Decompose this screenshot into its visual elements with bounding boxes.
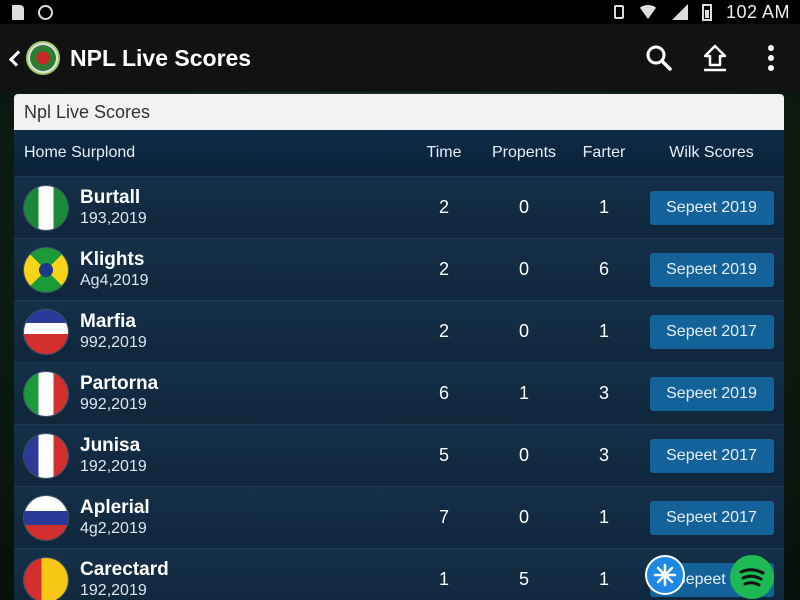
status-time: 102 AM: [725, 1, 790, 22]
cell-time: 5: [438, 445, 449, 465]
table-row[interactable]: Partorna 992,2019 6 1 3 Sepeet 2019: [14, 362, 784, 424]
team-date: 992,2019: [80, 395, 147, 413]
team-cell: Carectard 192,2019: [14, 557, 409, 600]
cell-time: 2: [438, 321, 449, 341]
team-cell: Marfia 992,2019: [14, 309, 409, 354]
cell-farter: 1: [598, 321, 609, 341]
sim-icon: [12, 4, 24, 20]
more-icon[interactable]: [756, 43, 786, 73]
col-home: Home Surplond: [24, 144, 136, 161]
table-row[interactable]: Klights Ag4,2019 2 0 6 Sepeet 2019: [14, 238, 784, 300]
scores-button[interactable]: Sepeet 2019: [649, 190, 774, 225]
table-header: Home Surplond Time Propents Farter Wilk …: [14, 130, 784, 176]
search-icon[interactable]: [644, 43, 674, 73]
col-farter: Farter: [582, 144, 626, 161]
cell-time: 1: [438, 569, 449, 589]
scores-button[interactable]: Sepeet 2017: [649, 438, 774, 473]
cell-time: 2: [438, 259, 449, 279]
signal-icon: [671, 4, 688, 20]
team-date: 193,2019: [80, 209, 147, 227]
scores-card: Npl Live Scores Home Surplond Time Prope…: [14, 94, 784, 600]
cell-propents: 0: [518, 259, 529, 279]
cell-time: 2: [438, 197, 449, 217]
share-icon[interactable]: [700, 43, 730, 73]
cell-propents: 1: [518, 383, 529, 403]
flag-france-icon: [24, 433, 68, 478]
team-cell: Aplerial 4g2,2019: [14, 495, 409, 540]
status-bar: 102 AM: [0, 0, 800, 24]
app-bar: NPL Live Scores: [0, 24, 800, 92]
flag-brazil-icon: [24, 247, 68, 292]
cell-time: 6: [438, 383, 449, 403]
team-date: Ag4,2019: [80, 271, 149, 289]
cell-farter: 1: [598, 507, 609, 527]
team-name: Carectard: [80, 558, 169, 580]
team-date: 4g2,2019: [80, 519, 147, 537]
logo-icon: [26, 41, 60, 75]
flag-tricolor-icon: [24, 309, 68, 354]
cell-propents: 0: [518, 445, 529, 465]
team-name: Klights: [80, 248, 145, 270]
card-header: Npl Live Scores: [14, 94, 784, 130]
flag-slovenia-icon: [24, 495, 68, 540]
team-cell: Klights Ag4,2019: [14, 247, 409, 292]
app-title: NPL Live Scores: [70, 44, 252, 71]
back-icon[interactable]: [6, 43, 22, 73]
team-date: 192,2019: [80, 581, 147, 599]
badge-icon[interactable]: [645, 555, 685, 595]
cell-time: 7: [438, 507, 449, 527]
vibrate-icon: [613, 5, 624, 19]
team-cell: Junisa 192,2019: [14, 433, 409, 478]
status-right-icons: 102 AM: [613, 1, 790, 23]
cell-propents: 0: [518, 197, 529, 217]
table-row[interactable]: Aplerial 4g2,2019 7 0 1 Sepeet 2017: [14, 486, 784, 548]
team-name: Junisa: [80, 434, 141, 456]
col-propents: Propents: [491, 144, 557, 161]
scores-button[interactable]: Sepeet 2019: [649, 376, 774, 411]
cell-propents: 0: [518, 321, 529, 341]
table-row[interactable]: Junisa 192,2019 5 0 3 Sepeet 2017: [14, 424, 784, 486]
team-name: Partorna: [80, 372, 159, 394]
team-date: 992,2019: [80, 333, 147, 351]
status-left-icons: [12, 4, 53, 20]
circle-icon: [38, 4, 53, 20]
scores-button[interactable]: Sepeet 2019: [649, 252, 774, 287]
cell-farter: 3: [598, 445, 609, 465]
table-row[interactable]: Burtall 193,2019 2 0 1 Sepeet 2019: [14, 176, 784, 238]
cell-farter: 1: [598, 569, 609, 589]
flag-red-yellow-icon: [24, 557, 68, 600]
team-date: 192,2019: [80, 457, 147, 475]
cell-farter: 3: [598, 383, 609, 403]
cell-farter: 6: [598, 259, 609, 279]
battery-icon: [701, 3, 712, 21]
cell-propents: 5: [518, 569, 529, 589]
col-scores: Wilk Scores: [669, 144, 754, 161]
wifi-icon: [637, 5, 658, 19]
team-cell: Burtall 193,2019: [14, 185, 409, 230]
table-body: Burtall 193,2019 2 0 1 Sepeet 2019 Kligh…: [14, 176, 784, 600]
scores-button[interactable]: Sepeet 2017: [649, 500, 774, 535]
team-name: Aplerial: [80, 496, 150, 518]
flag-nigeria-icon: [24, 185, 68, 230]
team-name: Burtall: [80, 186, 141, 208]
cell-farter: 1: [598, 197, 609, 217]
team-name: Marfia: [80, 310, 136, 332]
cell-propents: 0: [518, 507, 529, 527]
scores-button[interactable]: Sepeet 2017: [649, 314, 774, 349]
app-actions: [644, 43, 786, 73]
team-cell: Partorna 992,2019: [14, 371, 409, 416]
spotify-icon[interactable]: [730, 555, 774, 599]
flag-italy-icon: [24, 371, 68, 416]
col-time: Time: [426, 144, 462, 161]
table-row[interactable]: Marfia 992,2019 2 0 1 Sepeet 2017: [14, 300, 784, 362]
